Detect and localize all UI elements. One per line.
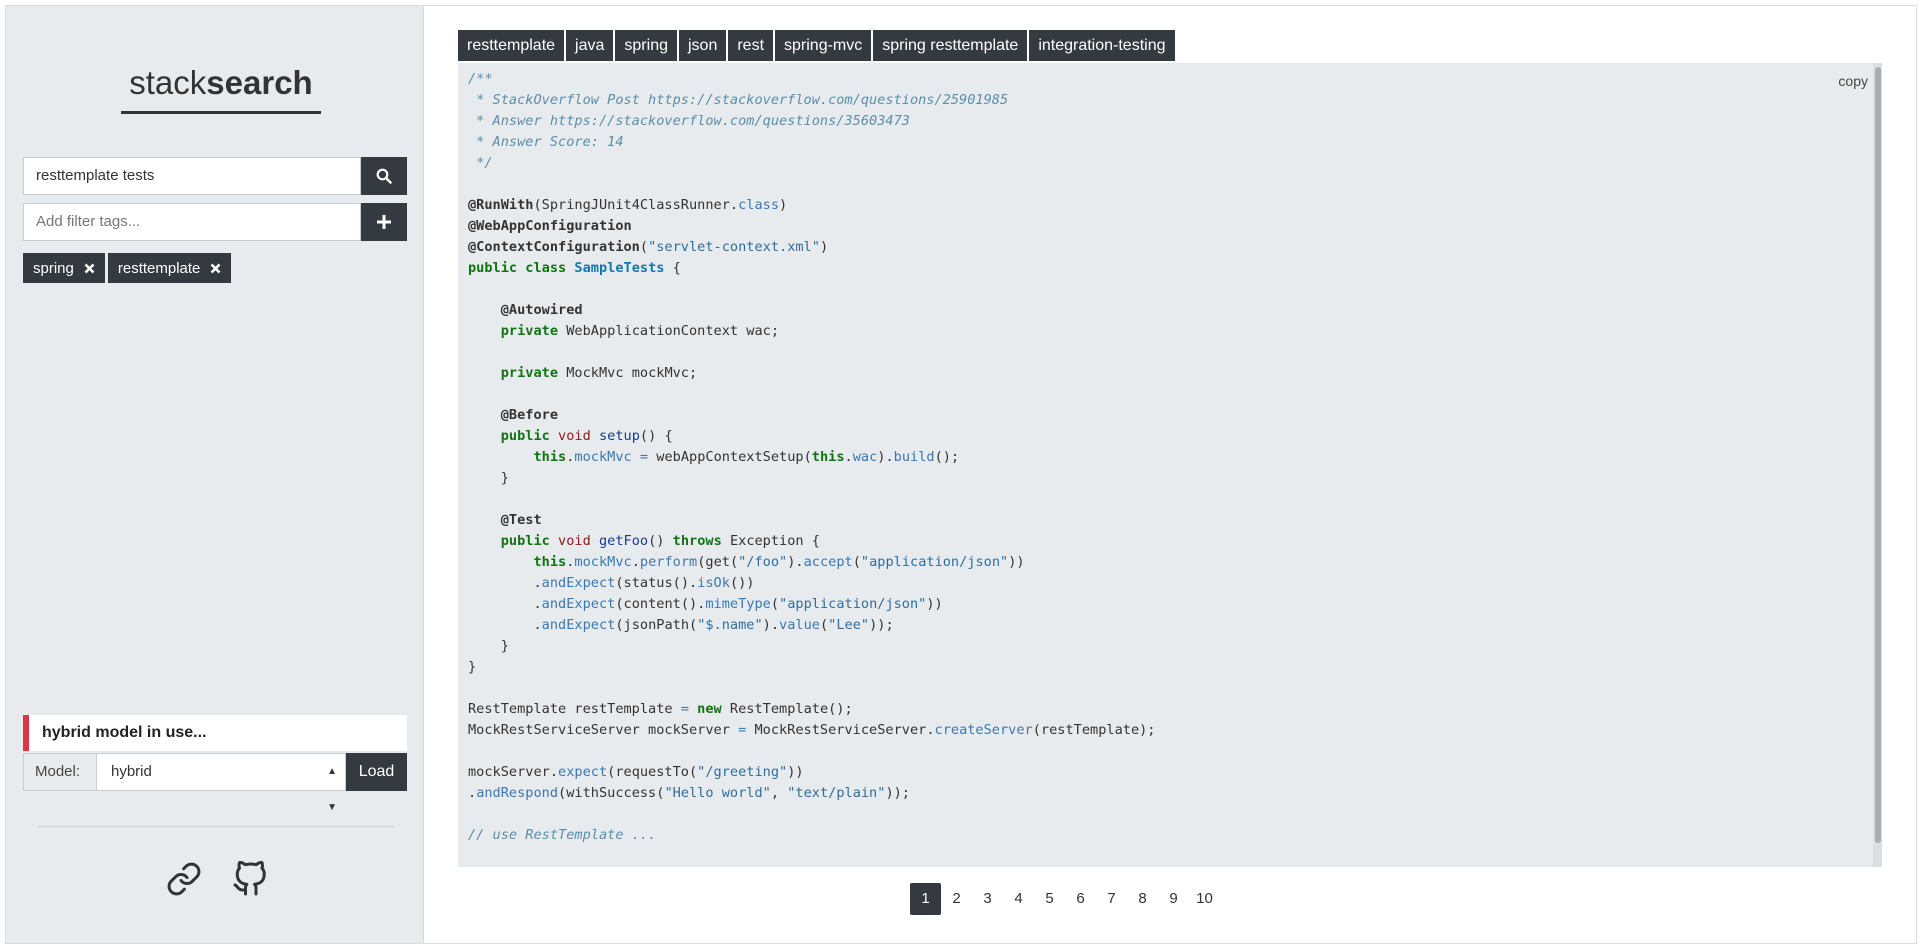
page-7-button[interactable]: 7 <box>1096 883 1127 915</box>
active-tags: spring resttemplate <box>23 253 232 283</box>
question-tag[interactable]: json <box>678 30 727 61</box>
results-panel: resttemplate java spring json rest spring-mvc… <box>425 6 1914 943</box>
sidebar: stacksearch resttemplate tests Add filte… <box>6 6 424 943</box>
remove-tag-icon[interactable] <box>84 263 95 274</box>
model-select-value: hybrid <box>111 763 152 780</box>
active-tag: spring <box>23 253 105 283</box>
page-3-button[interactable]: 3 <box>972 883 1003 915</box>
search-row: resttemplate tests <box>23 157 407 195</box>
question-tags: resttemplate java spring json rest spring-mvc… <box>458 30 1175 61</box>
page-4-button[interactable]: 4 <box>1003 883 1034 915</box>
brand-logo[interactable]: stacksearch <box>121 58 321 114</box>
load-button[interactable]: Load <box>346 753 407 791</box>
model-row: Model: hybrid ▲ ▼ Load <box>23 753 407 813</box>
link-icon[interactable] <box>166 861 202 902</box>
github-icon[interactable] <box>232 860 268 902</box>
question-tag[interactable]: spring <box>615 30 677 61</box>
copy-button[interactable]: copy <box>1838 73 1868 89</box>
code-scrollbar[interactable] <box>1875 67 1881 843</box>
page-8-button[interactable]: 8 <box>1127 883 1158 915</box>
remove-tag-icon[interactable] <box>210 263 221 274</box>
page-2-button[interactable]: 2 <box>941 883 972 915</box>
question-tag[interactable]: integration-testing <box>1029 30 1175 61</box>
select-arrows-icon: ▲ ▼ <box>327 766 337 813</box>
pagination: 1 2 3 4 5 6 7 8 9 10 <box>910 883 1220 915</box>
page-9-button[interactable]: 9 <box>1158 883 1189 915</box>
question-tag[interactable]: spring resttemplate <box>873 30 1028 61</box>
sidebar-divider <box>38 826 394 827</box>
filter-tags-input[interactable]: Add filter tags... <box>23 203 361 241</box>
search-icon <box>376 168 392 184</box>
tag-label: spring <box>33 259 74 277</box>
tag-label: resttemplate <box>117 259 201 277</box>
brand-light: stack <box>129 64 207 101</box>
brand-bold: search <box>206 64 313 101</box>
add-tag-button[interactable] <box>361 203 407 241</box>
page-1-button[interactable]: 1 <box>910 883 941 915</box>
plus-icon <box>377 215 391 229</box>
search-button[interactable] <box>361 157 407 195</box>
filter-row: Add filter tags... <box>23 203 407 241</box>
question-tag[interactable]: resttemplate <box>458 30 565 61</box>
active-tag: resttemplate <box>107 253 232 283</box>
model-label: Model: <box>23 753 97 791</box>
footer-links <box>166 860 268 902</box>
page-6-button[interactable]: 6 <box>1065 883 1096 915</box>
question-tag[interactable]: rest <box>728 30 774 61</box>
model-status-alert: hybrid model in use... <box>23 715 407 751</box>
model-select[interactable]: hybrid ▲ ▼ <box>97 753 346 813</box>
search-input[interactable]: resttemplate tests <box>23 157 361 195</box>
question-tag[interactable]: spring-mvc <box>775 30 872 61</box>
page-5-button[interactable]: 5 <box>1034 883 1065 915</box>
page-10-button[interactable]: 10 <box>1189 883 1220 915</box>
code-snippet: copy /** * StackOverflow Post https://st… <box>458 63 1882 867</box>
code-block: /** * StackOverflow Post https://stackov… <box>468 71 1156 843</box>
question-tag[interactable]: java <box>566 30 614 61</box>
